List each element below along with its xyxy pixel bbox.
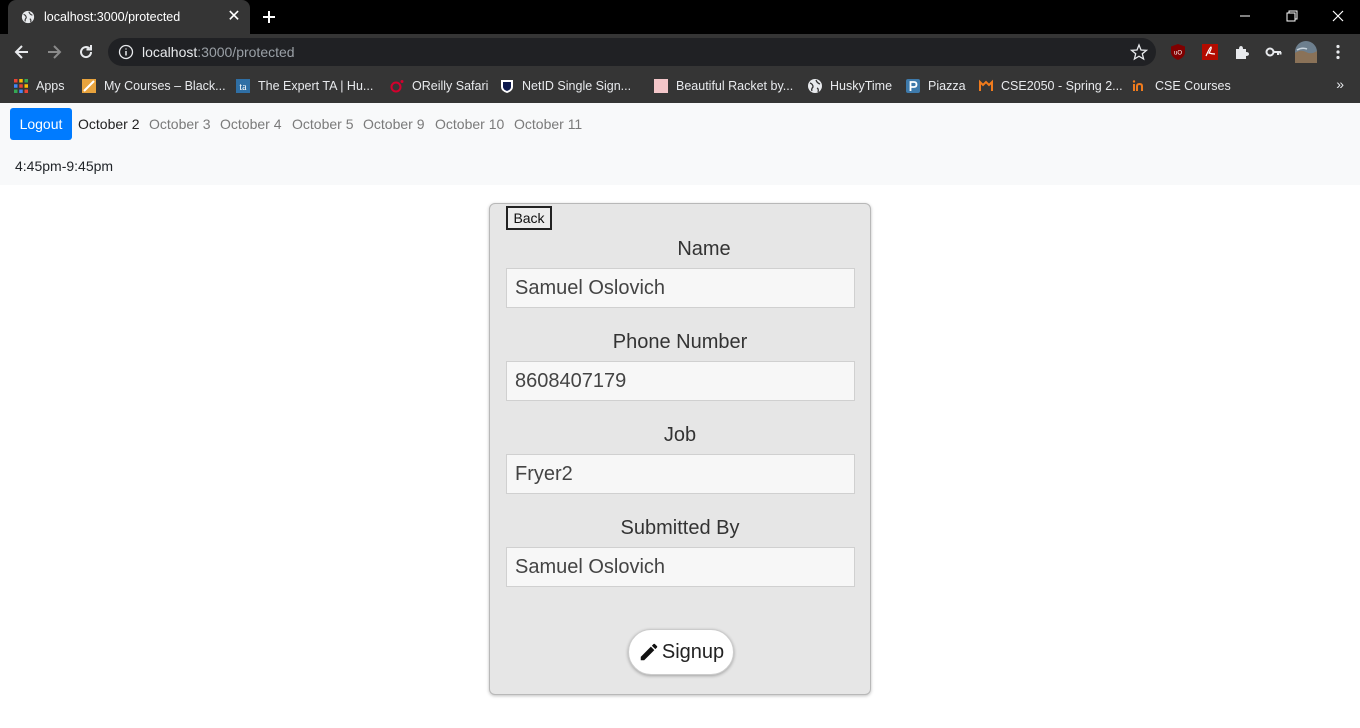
svg-text:uO: uO: [1174, 51, 1182, 57]
bookmark-label: The Expert TA | Hu...: [258, 79, 374, 93]
address-bar[interactable]: localhost:3000/protected: [108, 38, 1156, 66]
bookmark-label: Piazza: [928, 79, 966, 93]
back-arrow-icon[interactable]: [12, 42, 32, 62]
profile-avatar[interactable]: [1295, 41, 1317, 63]
back-button[interactable]: Back: [506, 206, 552, 230]
apps-grid-icon: [14, 79, 28, 93]
date-tab-october-5[interactable]: October 5: [292, 116, 353, 132]
new-tab-icon[interactable]: [260, 8, 278, 26]
bookmark-netid[interactable]: NetID Single Sign...: [499, 76, 631, 96]
close-tab-icon[interactable]: ✕: [226, 9, 242, 25]
signup-button[interactable]: Signup: [628, 629, 734, 675]
ublock-icon[interactable]: uO: [1168, 42, 1188, 62]
logout-button[interactable]: Logout: [10, 108, 72, 140]
restore-icon[interactable]: [1282, 6, 1302, 26]
bookmarks-bar: Apps My Courses – Black... ta The Expert…: [0, 70, 1360, 103]
url-host: localhost: [142, 44, 198, 60]
bookmark-oreilly[interactable]: OReilly Safari: [389, 76, 488, 96]
expert-ta-icon: ta: [236, 79, 250, 93]
signup-form-card: Back Name Phone Number Job Submitted By …: [489, 203, 871, 695]
bookmark-label: HuskyTime: [830, 79, 893, 93]
reload-icon[interactable]: [76, 42, 96, 62]
app-navbar: Logout October 2 October 3 October 4 Oct…: [0, 103, 1360, 185]
bookmark-expert-ta[interactable]: ta The Expert TA | Hu...: [235, 76, 373, 96]
tab-title: localhost:3000/protected: [44, 10, 181, 24]
date-tab-october-4[interactable]: October 4: [220, 116, 281, 132]
url-text: localhost:3000/protected: [142, 44, 295, 60]
globe-icon: [21, 10, 35, 24]
bookmark-label: OReilly Safari: [412, 79, 489, 93]
cse-icon: [1132, 80, 1143, 91]
browser-tab[interactable]: localhost:3000/protected ✕: [8, 0, 250, 34]
bookmark-piazza[interactable]: Piazza: [905, 76, 966, 96]
piazza-icon: [906, 79, 920, 93]
date-tab-october-10[interactable]: October 10: [435, 116, 504, 132]
bookmarks-overflow-icon[interactable]: »: [1336, 76, 1344, 92]
url-path: :3000/protected: [197, 44, 295, 60]
date-tab-october-11[interactable]: October 11: [514, 116, 582, 132]
submitted-by-field[interactable]: [506, 547, 855, 587]
bookmark-blackboard[interactable]: My Courses – Black...: [81, 76, 226, 96]
bookmark-label: My Courses – Black...: [104, 79, 226, 93]
globe-icon: [808, 79, 822, 93]
job-label: Job: [663, 424, 697, 446]
date-tab-october-3[interactable]: October 3: [149, 116, 210, 132]
bookmark-star-icon[interactable]: [1130, 43, 1148, 61]
bookmark-label: Beautiful Racket by...: [676, 79, 794, 93]
date-tab-october-2[interactable]: October 2: [78, 116, 139, 132]
forward-arrow-icon[interactable]: [44, 42, 64, 62]
puzzle-extensions-icon[interactable]: [1232, 42, 1252, 62]
signup-label: Signup: [661, 640, 725, 663]
oreilly-icon: [390, 80, 404, 93]
pdf-icon[interactable]: [1200, 42, 1220, 62]
site-info-icon[interactable]: [118, 44, 134, 60]
key-icon[interactable]: [1264, 42, 1284, 62]
racket-icon: [654, 79, 668, 93]
bookmark-label: NetID Single Sign...: [522, 79, 632, 93]
menu-kebab-icon[interactable]: [1328, 42, 1348, 62]
browser-toolbar: localhost:3000/protected uO: [0, 34, 1360, 70]
netid-icon: [501, 80, 513, 93]
bookmark-label: CSE2050 - Spring 2...: [1001, 79, 1123, 93]
bookmark-huskytime[interactable]: HuskyTime: [807, 76, 892, 96]
job-field[interactable]: [506, 454, 855, 494]
phone-number-field[interactable]: [506, 361, 855, 401]
bookmark-label: CSE Courses: [1155, 79, 1231, 93]
bookmark-racket[interactable]: Beautiful Racket by...: [653, 76, 793, 96]
mindtap-icon: [979, 79, 993, 91]
name-label: Name: [677, 238, 731, 260]
submitted-by-label: Submitted By: [620, 517, 740, 539]
browser-tab-strip: localhost:3000/protected ✕: [0, 0, 1360, 34]
bookmark-apps[interactable]: Apps: [13, 76, 65, 96]
date-tab-october-9[interactable]: October 9: [363, 116, 424, 132]
bookmark-cse-courses[interactable]: CSE Courses: [1132, 76, 1231, 96]
name-field[interactable]: [506, 268, 855, 308]
shift-time-label: 4:45pm-9:45pm: [15, 158, 114, 174]
blackboard-icon: [82, 79, 96, 93]
bookmark-label: Apps: [36, 79, 65, 93]
minimize-icon[interactable]: [1235, 6, 1255, 26]
pencil-icon: [640, 643, 658, 661]
svg-text:ta: ta: [239, 82, 247, 93]
phone-number-label: Phone Number: [612, 331, 748, 353]
close-window-icon[interactable]: [1328, 6, 1348, 26]
bookmark-cse2050[interactable]: CSE2050 - Spring 2...: [978, 76, 1123, 96]
